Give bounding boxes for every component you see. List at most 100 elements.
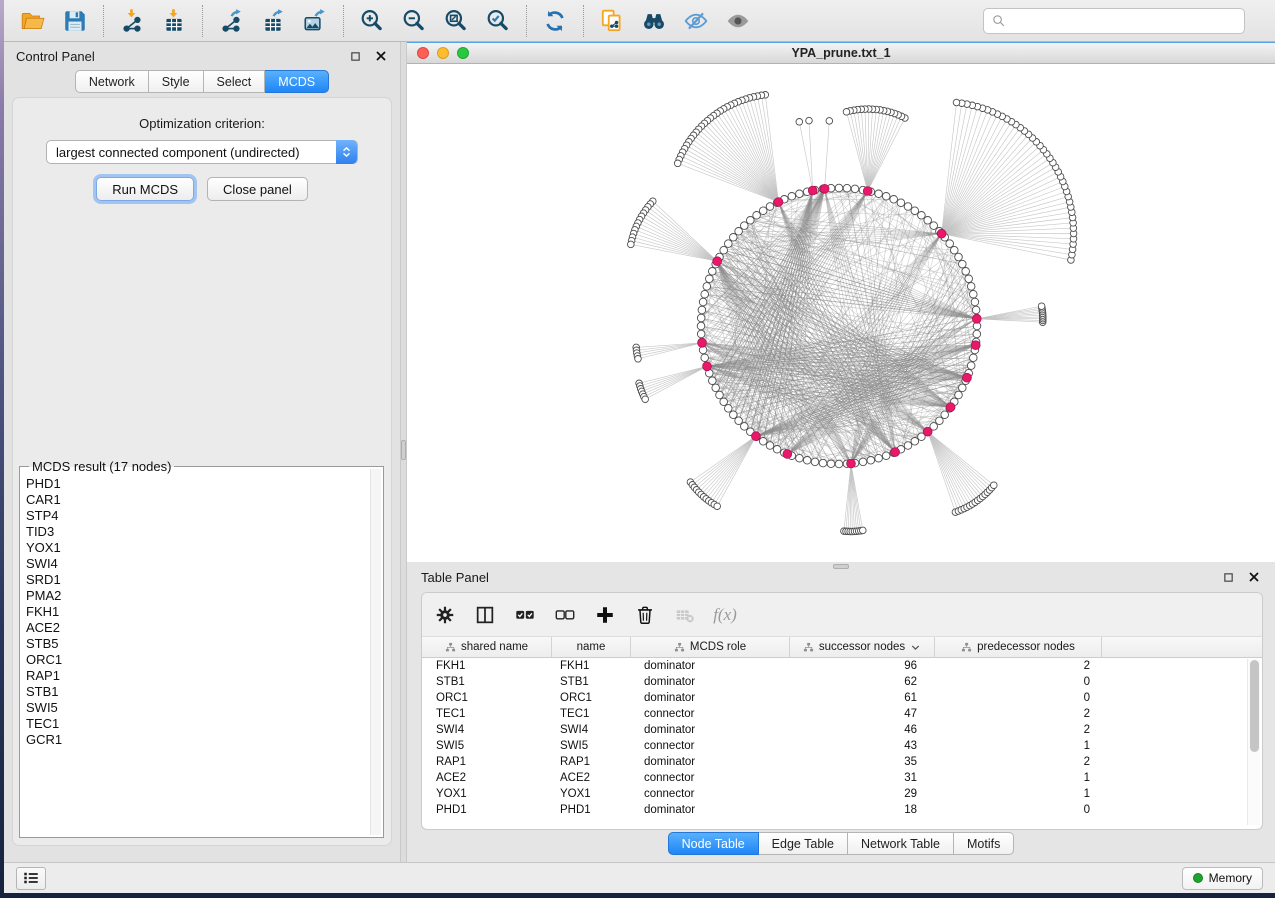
result-node[interactable]: SWI4 [26,556,369,572]
table-panel: Table Panel f(x) shared namenameMCDS rol… [407,562,1275,862]
column-mode-button[interactable] [472,602,498,628]
memory-button[interactable]: Memory [1182,867,1263,890]
import-network-button[interactable] [111,3,153,39]
tab-network[interactable]: Network [75,70,149,93]
result-node[interactable]: RAP1 [26,668,369,684]
result-node[interactable]: TEC1 [26,716,369,732]
tab-network-table[interactable]: Network Table [848,832,954,855]
search-box[interactable] [983,8,1245,34]
duplicate-network-button[interactable] [591,3,633,39]
close-table-panel-icon[interactable] [1247,570,1261,584]
tab-select[interactable]: Select [204,70,266,93]
table-scrollbar-thumb[interactable] [1250,660,1259,752]
column-header-successor-nodes[interactable]: successor nodes [790,637,935,657]
save-session-button[interactable] [54,3,96,39]
apply-layout-button[interactable] [534,3,576,39]
horizontal-splitter-handle[interactable] [833,564,849,569]
column-header-predecessor-nodes[interactable]: predecessor nodes [935,637,1102,657]
criterion-select[interactable]: largest connected component (undirected) [46,140,358,164]
column-header-MCDS-role[interactable]: MCDS role [631,637,790,657]
network-canvas[interactable] [407,64,1275,562]
cell: connector [631,740,790,752]
result-node[interactable]: GCR1 [26,732,369,748]
result-node[interactable]: ACE2 [26,620,369,636]
network-window-titlebar: YPA_prune.txt_1 [407,43,1275,64]
export-table-button[interactable] [252,3,294,39]
table-row[interactable]: TEC1TEC1connector472 [422,706,1262,722]
import-network-icon [119,8,145,34]
tab-style[interactable]: Style [149,70,204,93]
table-settings-icon [434,604,456,626]
result-node[interactable]: STB5 [26,636,369,652]
search-input[interactable] [1011,14,1237,28]
tab-motifs[interactable]: Motifs [954,832,1014,855]
result-node[interactable]: ORC1 [26,652,369,668]
function-builder-icon: f(x) [713,605,737,625]
result-node[interactable]: TID3 [26,524,369,540]
zoom-out-button[interactable] [393,3,435,39]
splitter-handle[interactable] [401,440,406,460]
result-node[interactable]: STP4 [26,508,369,524]
result-node[interactable]: PMA2 [26,588,369,604]
column-mode-icon [474,604,496,626]
task-history-button[interactable] [16,867,46,890]
table-row[interactable]: SWI4SWI4dominator462 [422,722,1262,738]
maximize-window-button[interactable] [457,47,469,59]
result-node[interactable]: SWI5 [26,700,369,716]
open-session-button[interactable] [12,3,54,39]
export-image-button[interactable] [294,3,336,39]
create-column-button[interactable] [592,602,618,628]
column-header-name[interactable]: name [552,637,631,657]
result-node[interactable]: YOX1 [26,540,369,556]
minimize-window-button[interactable] [437,47,449,59]
table-row[interactable]: RAP1RAP1dominator352 [422,754,1262,770]
zoom-fit-icon [443,8,469,34]
zoom-fit-button[interactable] [435,3,477,39]
cell: 0 [935,676,1102,688]
tab-mcds[interactable]: MCDS [265,70,329,93]
cell: 29 [790,788,935,800]
result-scrollbar[interactable] [370,469,381,835]
table-row[interactable]: FKH1FKH1dominator962 [422,658,1262,674]
toolbar-separator [202,5,203,37]
table-row[interactable]: SWI5SWI5connector431 [422,738,1262,754]
float-panel-icon[interactable] [348,49,362,63]
cell: TEC1 [422,708,552,720]
close-window-button[interactable] [417,47,429,59]
mcds-result-title: MCDS result (17 nodes) [29,459,174,474]
close-panel-icon[interactable] [374,49,388,63]
find-button[interactable] [633,3,675,39]
table-row[interactable]: ORC1ORC1dominator610 [422,690,1262,706]
table-scrollbar[interactable] [1247,659,1260,825]
tab-node-table[interactable]: Node Table [668,832,759,855]
column-header-shared-name[interactable]: shared name [422,637,552,657]
table-row[interactable]: YOX1YOX1connector291 [422,786,1262,802]
show-all-button[interactable] [717,3,759,39]
result-node[interactable]: FKH1 [26,604,369,620]
table-row[interactable]: STB1STB1dominator620 [422,674,1262,690]
table-row[interactable]: ACE2ACE2connector311 [422,770,1262,786]
unselect-all-columns-button[interactable] [552,602,578,628]
result-node[interactable]: SRD1 [26,572,369,588]
table-row[interactable]: PHD1PHD1dominator180 [422,802,1262,818]
float-table-panel-icon[interactable] [1221,570,1235,584]
zoom-in-button[interactable] [351,3,393,39]
export-network-button[interactable] [210,3,252,39]
vertical-splitter[interactable] [400,42,407,862]
close-panel-button[interactable]: Close panel [207,177,308,201]
toolbar-separator [526,5,527,37]
delete-column-button[interactable] [632,602,658,628]
mcds-result-box: MCDS result (17 nodes) MCDS result (17 n… [19,466,384,838]
result-node[interactable]: CAR1 [26,492,369,508]
import-table-button[interactable] [153,3,195,39]
zoom-selected-button[interactable] [477,3,519,39]
hide-selected-button[interactable] [675,3,717,39]
tab-edge-table[interactable]: Edge Table [759,832,848,855]
control-panel: Control Panel NetworkStyleSelectMCDS Opt… [4,42,400,862]
network-graph[interactable] [407,64,1275,562]
select-all-columns-button[interactable] [512,602,538,628]
result-node[interactable]: PHD1 [26,476,369,492]
run-mcds-button[interactable]: Run MCDS [96,177,194,201]
table-settings-button[interactable] [432,602,458,628]
result-node[interactable]: STB1 [26,684,369,700]
